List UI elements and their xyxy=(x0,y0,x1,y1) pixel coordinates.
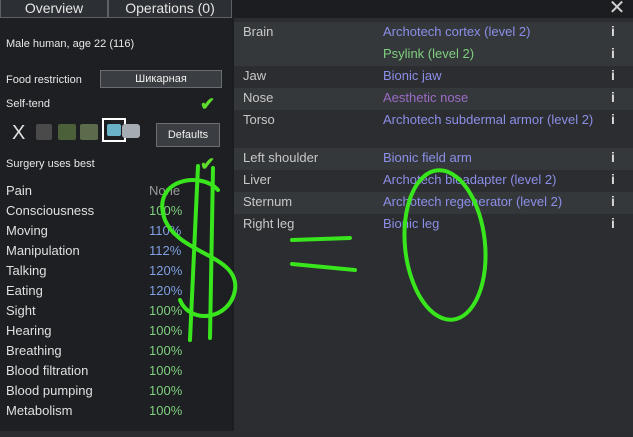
self-tend-checkbox[interactable]: ✔ xyxy=(200,94,215,115)
capacity-value: 120% xyxy=(149,283,183,298)
capacity-row[interactable]: Breathing 100% xyxy=(6,343,186,363)
capacity-value: 100% xyxy=(149,383,183,398)
capacity-name: Talking xyxy=(6,263,47,278)
info-icon[interactable]: i xyxy=(607,46,619,60)
hediff-label: Psylink (level 2) xyxy=(383,46,475,61)
capacity-name: Manipulation xyxy=(6,243,80,258)
tab-operations[interactable]: Operations (0) xyxy=(108,0,232,18)
glitterworld-medicine-icon xyxy=(107,124,121,136)
capacity-name: Eating xyxy=(6,283,43,298)
food-restriction-label: Food restriction xyxy=(6,74,82,86)
hediff-label: Archotech subdermal armor (level 2) xyxy=(383,112,594,127)
capacity-name: Consciousness xyxy=(6,203,95,218)
info-icon[interactable]: i xyxy=(607,24,619,38)
defaults-button[interactable]: Defaults xyxy=(156,123,220,147)
capacity-row[interactable]: Metabolism 100% xyxy=(6,403,186,423)
body-part: Torso xyxy=(243,112,275,127)
food-restriction-select[interactable]: Шикарная xyxy=(100,70,222,88)
capacity-row[interactable]: Sight 100% xyxy=(6,303,186,323)
max-care-icon[interactable] xyxy=(122,124,140,138)
hediff-row[interactable]: Jaw Bionic jaw i xyxy=(234,66,633,88)
capacity-value: 112% xyxy=(149,243,182,258)
body-part: Liver xyxy=(243,172,272,187)
body-part: Jaw xyxy=(243,68,267,83)
capacity-row[interactable]: Talking 120% xyxy=(6,263,186,283)
capacity-name: Hearing xyxy=(6,323,52,338)
hediff-label: Bionic jaw xyxy=(383,68,442,83)
capacity-value: None xyxy=(149,183,181,198)
capacity-name: Blood pumping xyxy=(6,383,93,398)
hediff-label: Archotech bioadapter (level 2) xyxy=(383,172,557,187)
info-icon[interactable]: i xyxy=(607,172,619,186)
self-tend-label: Self-tend xyxy=(6,98,51,110)
capacity-row[interactable]: Manipulation 112% xyxy=(6,243,186,263)
body-part: Nose xyxy=(243,90,274,105)
medical-care-selector: X xyxy=(12,118,152,146)
capacity-name: Metabolism xyxy=(6,403,73,418)
tab-overview[interactable]: Overview xyxy=(0,0,108,18)
capacity-value: 100% xyxy=(149,323,183,338)
surgery-uses-best-label: Surgery uses best xyxy=(6,158,95,170)
capacity-value: 120% xyxy=(149,263,183,278)
hediff-row[interactable]: Torso Archotech subdermal armor (level 2)… xyxy=(234,110,633,148)
capacity-value: 100% xyxy=(149,343,183,358)
body-part: Right leg xyxy=(243,216,295,231)
hediff-label: Aesthetic nose xyxy=(383,90,469,105)
info-icon[interactable]: i xyxy=(607,112,619,126)
close-icon[interactable]: ✕ xyxy=(607,0,627,18)
hediff-label: Bionic field arm xyxy=(383,150,472,165)
info-icon[interactable]: i xyxy=(607,68,619,82)
hediff-label: Bionic leg xyxy=(383,216,440,231)
hediff-row[interactable]: Nose Aesthetic nose i xyxy=(234,88,633,110)
capacity-name: Sight xyxy=(6,303,36,318)
capacity-row[interactable]: Moving 110% xyxy=(6,223,186,243)
capacity-row[interactable]: Pain None xyxy=(6,183,186,203)
industrial-medicine-icon[interactable] xyxy=(80,124,98,140)
body-part: Sternum xyxy=(243,194,293,209)
capacity-row[interactable]: Eating 120% xyxy=(6,283,186,303)
hediff-label: Archotech regenerator (level 2) xyxy=(383,194,563,209)
info-icon[interactable]: i xyxy=(607,90,619,104)
hediff-row[interactable]: Sternum Archotech regenerator (level 2) i xyxy=(234,192,633,214)
capacity-name: Pain xyxy=(6,183,33,198)
surgery-uses-best-checkbox[interactable]: ✔ xyxy=(200,154,215,175)
capacity-name: Moving xyxy=(6,223,48,238)
hediff-label: Archotech cortex (level 2) xyxy=(383,24,531,39)
capacity-value: 100% xyxy=(149,203,183,218)
capacity-row[interactable]: Blood filtration 100% xyxy=(6,363,186,383)
capacity-name: Blood filtration xyxy=(6,363,89,378)
body-part: Brain xyxy=(243,24,274,39)
no-meds-icon[interactable] xyxy=(36,124,52,140)
capacity-row[interactable]: Blood pumping 100% xyxy=(6,383,186,403)
hediff-row[interactable]: Right leg Bionic leg i xyxy=(234,214,633,236)
pawn-summary: Male human, age 22 (116) xyxy=(6,38,135,50)
capacity-value: 110% xyxy=(149,223,182,238)
hediff-list: Brain Archotech cortex (level 2) i Psylink … xyxy=(234,18,633,431)
body-part: Left shoulder xyxy=(243,150,319,165)
no-care-icon[interactable]: X xyxy=(12,122,25,145)
hediff-row[interactable]: Liver Archotech bioadapter (level 2) i xyxy=(234,170,633,192)
capacity-value: 100% xyxy=(149,403,183,418)
capacity-value: 100% xyxy=(149,303,183,318)
hediff-row[interactable]: Left shoulder Bionic field arm i xyxy=(234,148,633,170)
hediff-row[interactable]: Brain Archotech cortex (level 2) i Psylink … xyxy=(234,22,633,66)
capacity-row[interactable]: Consciousness 100% xyxy=(6,203,186,223)
capacity-row[interactable]: Hearing 100% xyxy=(6,323,186,343)
bottom-bar xyxy=(0,431,633,437)
left-panel: Male human, age 22 (116) Food restrictio… xyxy=(0,18,232,437)
herbal-medicine-icon[interactable] xyxy=(58,124,76,140)
capacity-name: Breathing xyxy=(6,343,62,358)
info-icon[interactable]: i xyxy=(607,194,619,208)
info-icon[interactable]: i xyxy=(607,150,619,164)
capacity-value: 100% xyxy=(149,363,183,378)
info-icon[interactable]: i xyxy=(607,216,619,230)
